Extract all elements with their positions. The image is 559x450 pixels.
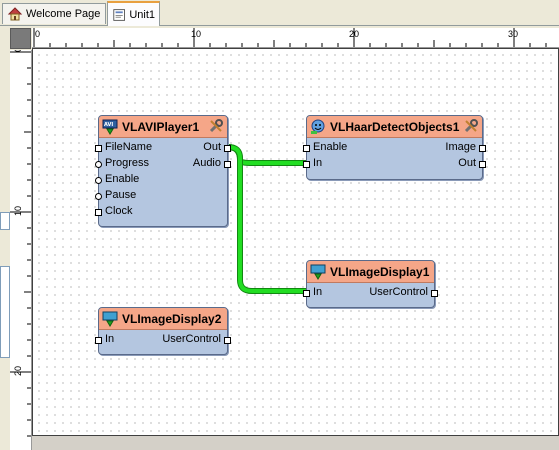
component-vlimagedisplay1[interactable]: VLImageDisplay1 In UserControl [303,260,438,308]
pin-connector[interactable] [95,193,102,200]
input-pin-in: In [313,157,323,169]
component-vlaviplayer1[interactable]: AVI VLAVIPlayer1 FileName Progress Enabl… [95,115,231,227]
image-display-icon [102,311,118,327]
input-pin-pause: Pause [105,189,137,201]
component-title: VLHaarDetectObjects1 [330,119,460,134]
output-pin-usercontrol: UserControl [369,286,428,298]
pin-connector[interactable] [303,161,310,168]
output-pin-out: Out [458,157,476,169]
output-pin-image: Image [445,141,476,153]
image-display-icon [310,264,326,280]
component-header[interactable]: VLImageDisplay1 [307,261,434,283]
pin-connector[interactable] [303,145,310,152]
wrench-icon[interactable] [208,118,224,134]
pin-connector[interactable] [224,145,231,152]
component-header[interactable]: VLHaarDetectObjects1 [307,116,482,138]
pin-connector[interactable] [95,337,102,344]
input-pin-in: In [105,333,115,345]
wire-aviplayer-to-display1 [227,145,306,293]
output-pin-audio: Audio [192,157,221,169]
face-detect-icon [311,119,325,134]
pin-connector[interactable] [95,145,102,152]
pin-connector[interactable] [95,177,102,184]
component-title: VLImageDisplay2 [122,311,222,326]
output-pin-out: Out [203,141,221,153]
pin-connector[interactable] [479,161,486,168]
input-pin-filename: FileName [105,141,153,153]
output-pin-usercontrol: UserControl [162,333,221,345]
video-player-icon: AVI [102,119,118,135]
svg-text:AVI: AVI [104,122,113,128]
input-pin-clock: Clock [105,205,133,217]
input-pin-progress: Progress [105,157,150,169]
input-pin-enable: Enable [313,141,348,153]
pin-connector[interactable] [224,337,231,344]
pin-connector[interactable] [431,290,438,297]
input-pin-enable: Enable [105,173,140,185]
component-title: VLImageDisplay1 [330,264,430,279]
wrench-icon[interactable] [463,118,479,134]
component-vlimagedisplay2[interactable]: VLImageDisplay2 In UserControl [95,307,231,355]
component-header[interactable]: VLImageDisplay2 [99,308,227,330]
component-title: VLAVIPlayer1 [122,119,200,134]
pin-connector[interactable] [479,145,486,152]
wire-layer [227,144,306,294]
pin-connector[interactable] [303,290,310,297]
pin-connector[interactable] [224,161,231,168]
component-vlhaardetectobjects1[interactable]: VLHaarDetectObjects1 Enable In Image Out [303,115,486,180]
pin-connector[interactable] [95,161,102,168]
pin-connector[interactable] [95,209,102,216]
input-pin-in: In [313,286,323,298]
